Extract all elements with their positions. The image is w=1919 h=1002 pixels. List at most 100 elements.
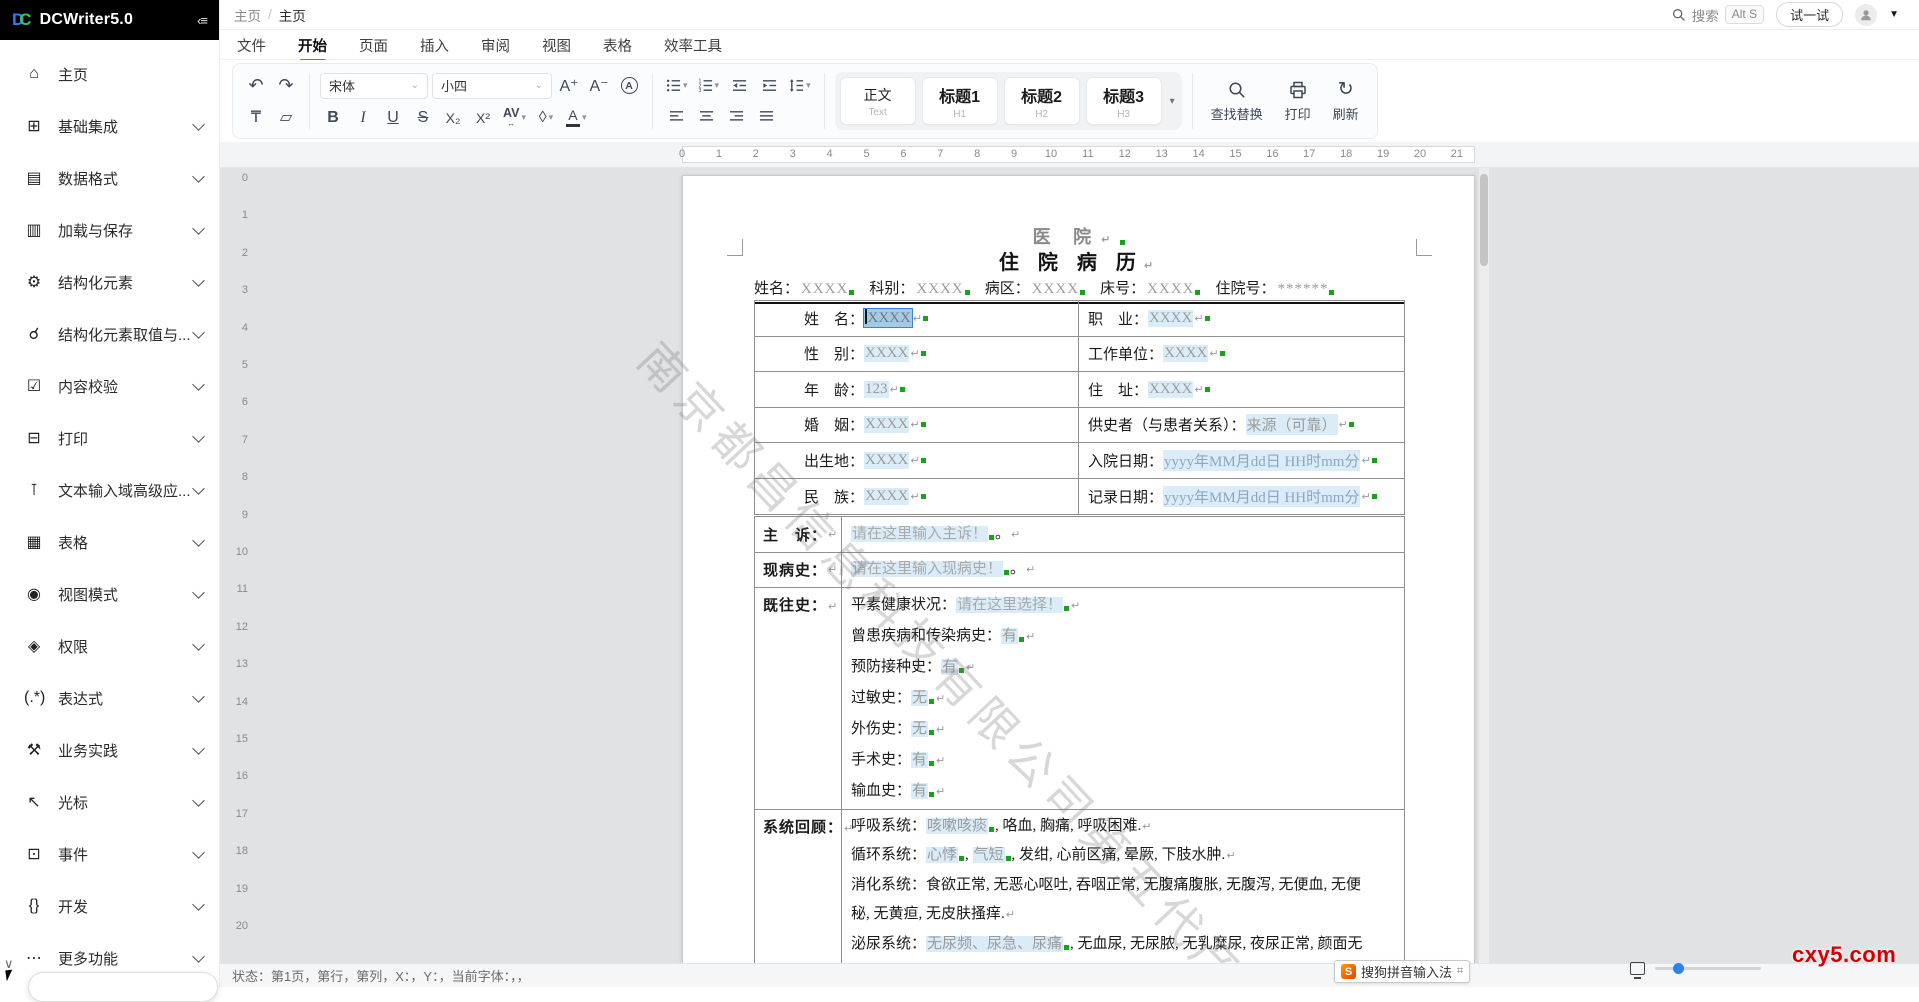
sidebar-collapse-icon[interactable]: ‹≡ — [197, 13, 207, 28]
input-field[interactable]: 咳嗽咳痰 — [926, 818, 988, 834]
field-value[interactable]: XXXX — [801, 281, 848, 297]
info-cell-left[interactable]: 性 别：XXXX↵ — [755, 337, 1079, 372]
input-field[interactable]: XXXX — [864, 488, 909, 505]
sidebar-item-9[interactable]: ⊺文本输入域高级应... — [0, 464, 219, 516]
strikethrough-button[interactable]: S — [410, 106, 436, 130]
refresh-action-button[interactable]: ↻刷新 — [1333, 80, 1359, 123]
font-size-select[interactable]: 小四 ⌄ — [432, 73, 552, 99]
increase-indent-button[interactable] — [756, 74, 782, 98]
tab-3[interactable]: 页面 — [358, 32, 389, 62]
decrease-font-button[interactable]: A⁻ — [586, 74, 612, 98]
align-center-button[interactable] — [693, 105, 719, 129]
align-right-button[interactable] — [723, 105, 749, 129]
breadcrumb-parent[interactable]: 主页 — [234, 5, 261, 25]
decrease-indent-button[interactable] — [726, 74, 752, 98]
input-field[interactable]: 有 — [911, 752, 928, 768]
info-cell-left[interactable]: 姓 名：XXXX↵ — [755, 301, 1079, 336]
scrollbar-thumb[interactable] — [1480, 174, 1488, 266]
bold-button[interactable]: B — [320, 106, 346, 130]
record-content-cell[interactable]: 请在这里输入主诉！。↵ — [842, 517, 1404, 552]
numbered-list-button[interactable]: 123 ▾ — [695, 74, 723, 98]
highlight-button[interactable]: ◊ ▾ — [533, 106, 559, 130]
document-scrollbar[interactable] — [1479, 168, 1489, 963]
input-field[interactable]: 有 — [911, 783, 928, 799]
sidebar-item-17[interactable]: {}开发 — [0, 880, 219, 932]
field-value[interactable]: XXXX — [916, 281, 963, 297]
printer-action-button[interactable]: 打印 — [1285, 80, 1311, 123]
sidebar-item-4[interactable]: ▥加载与保存 — [0, 204, 219, 256]
font-name-select[interactable]: 宋体 ⌄ — [320, 73, 428, 99]
sidebar-item-12[interactable]: ◈权限 — [0, 620, 219, 672]
sidebar-item-13[interactable]: (.*)表达式 — [0, 672, 219, 724]
sidebar-item-10[interactable]: ▦表格 — [0, 516, 219, 568]
info-cell-right[interactable]: 入院日期：yyyy年MM月dd日 HH时mm分↵ — [1079, 443, 1404, 478]
sidebar-item-1[interactable]: ⌂主页 — [0, 48, 219, 100]
input-field[interactable]: 123 — [864, 381, 889, 398]
input-field[interactable]: 来源（可靠） — [1246, 414, 1338, 435]
align-left-button[interactable] — [663, 105, 689, 129]
subscript-button[interactable]: X₂ — [440, 106, 466, 130]
tab-2[interactable]: 开始 — [297, 32, 328, 62]
record-content-cell[interactable]: 平素健康状况：请在这里选择！↵曾患疾病和传染病史：有↵预防接种史：有↵过敏史：无… — [842, 588, 1404, 809]
eraser-button[interactable]: ▱ — [273, 105, 299, 129]
global-search[interactable]: 搜索 Alt S — [1672, 5, 1764, 25]
info-cell-right[interactable]: 住 址：XXXX↵ — [1079, 372, 1404, 407]
sidebar-item-14[interactable]: ⚒业务实践 — [0, 724, 219, 776]
sidebar-item-5[interactable]: ⚙结构化元素 — [0, 256, 219, 308]
input-field[interactable]: 无 — [911, 721, 928, 737]
input-field[interactable]: XXXX — [1148, 310, 1193, 327]
record-content-cell[interactable]: 请在这里输入现病史！。↵ — [842, 553, 1404, 588]
placeholder-field[interactable]: 请在这里选择！ — [956, 597, 1063, 613]
document-page[interactable]: 医 院↵ 住 院 病 历↵ 姓名：XXXX科别：XXXX病区：XXXX床号：XX… — [682, 175, 1475, 963]
info-cell-left[interactable]: 年 龄：123↵ — [755, 372, 1079, 407]
sidebar-item-8[interactable]: ⊟打印 — [0, 412, 219, 464]
increase-font-button[interactable]: A⁺ — [556, 74, 582, 98]
input-field[interactable]: XXXX — [864, 452, 909, 469]
field-value[interactable]: XXXX — [1032, 281, 1079, 297]
undo-button[interactable]: ↶ — [243, 74, 269, 98]
info-cell-left[interactable]: 出生地：XXXX↵ — [755, 443, 1079, 478]
avatar[interactable] — [1855, 4, 1877, 26]
input-field[interactable]: 无尿频、尿急、尿痛 — [926, 936, 1063, 952]
sidebar-item-3[interactable]: ▤数据格式 — [0, 152, 219, 204]
tab-8[interactable]: 效率工具 — [663, 32, 723, 62]
sidebar-item-7[interactable]: ☑内容校验 — [0, 360, 219, 412]
style-card-2[interactable]: 标题1H1 — [922, 77, 998, 125]
input-field[interactable]: yyyy年MM月dd日 HH时mm分 — [1163, 450, 1360, 471]
info-cell-right[interactable]: 供史者（与患者关系）：来源（可靠）↵ — [1079, 408, 1404, 443]
style-card-4[interactable]: 标题3H3 — [1086, 77, 1162, 125]
field-value[interactable]: XXXX — [1147, 281, 1194, 297]
input-field[interactable]: 无 — [911, 690, 928, 706]
underline-button[interactable]: U — [380, 106, 406, 130]
sidebar-item-15[interactable]: ↖光标 — [0, 776, 219, 828]
info-cell-left[interactable]: 婚 姻：XXXX↵ — [755, 408, 1079, 443]
zoom-slider[interactable] — [1655, 967, 1761, 970]
input-field[interactable]: 心悸 — [926, 847, 958, 863]
tab-6[interactable]: 视图 — [541, 32, 572, 62]
info-cell-right[interactable]: 职 业：XXXX↵ — [1079, 301, 1404, 336]
tab-4[interactable]: 插入 — [419, 32, 450, 62]
input-field[interactable]: 有 — [941, 659, 958, 675]
sidebar-item-2[interactable]: ⊞基础集成 — [0, 100, 219, 152]
info-cell-left[interactable]: 民 族：XXXX↵ — [755, 479, 1079, 515]
line-spacing-button[interactable]: ▾ — [786, 74, 814, 98]
ime-indicator[interactable]: S 搜狗拼音输入法 ⌗ — [1334, 960, 1470, 983]
italic-button[interactable]: I — [350, 106, 376, 130]
input-field[interactable]: 气短 — [973, 847, 1005, 863]
font-color-button[interactable]: A ▾ — [563, 106, 590, 130]
sidebar-item-11[interactable]: ◉视图模式 — [0, 568, 219, 620]
zoom-slider-knob[interactable] — [1673, 963, 1684, 974]
style-card-3[interactable]: 标题2H2 — [1004, 77, 1080, 125]
tab-7[interactable]: 表格 — [602, 32, 633, 62]
input-field[interactable]: XXXX — [864, 416, 909, 433]
bullet-list-button[interactable]: ▾ — [663, 74, 691, 98]
sidebar-item-16[interactable]: ⊡事件 — [0, 828, 219, 880]
justify-button[interactable] — [753, 105, 779, 129]
info-cell-right[interactable]: 记录日期：yyyy年MM月dd日 HH时mm分↵ — [1079, 479, 1404, 515]
search-action-button[interactable]: 查找替换 — [1211, 80, 1263, 123]
placeholder-field[interactable]: 请在这里输入主诉！ — [851, 526, 988, 542]
styles-gallery-expand-icon[interactable]: ▾ — [1170, 96, 1175, 107]
superscript-button[interactable]: X² — [470, 106, 496, 130]
char-spacing-button[interactable]: AV ↔ ▾ — [500, 106, 529, 130]
field-value[interactable]: ****** — [1277, 281, 1328, 297]
